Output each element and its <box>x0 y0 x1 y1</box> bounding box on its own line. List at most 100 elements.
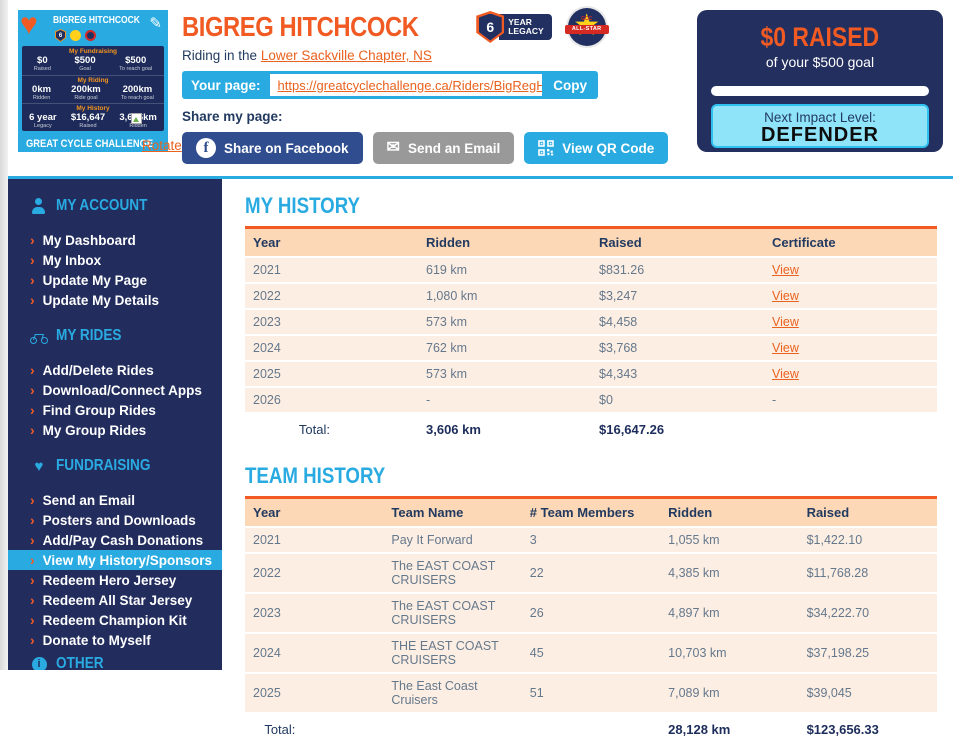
chevron-right-icon: › <box>30 492 35 508</box>
column-header: Ridden <box>660 499 798 528</box>
my-history-title: MY HISTORY <box>245 193 937 215</box>
certificate-view-link[interactable]: View <box>772 263 799 277</box>
certificate-view-link[interactable]: View <box>772 367 799 381</box>
next-impact-level-label: Next Impact Level: <box>713 110 927 125</box>
progress-bar <box>711 86 929 96</box>
sidebar-item-redeem-all-star-jersey[interactable]: ›Redeem All Star Jersey <box>8 590 222 610</box>
card-stat-section: My Fundraising$0Raised$500Goal$500To rea… <box>22 47 164 73</box>
view-qr-code-button[interactable]: View QR Code <box>524 132 668 164</box>
user-icon <box>30 198 48 214</box>
sidebar-item-my-dashboard[interactable]: ›My Dashboard <box>8 230 222 250</box>
sidebar-item-redeem-champion-kit[interactable]: ›Redeem Champion Kit <box>8 610 222 630</box>
qr-code-icon <box>538 140 554 156</box>
page-left-gutter <box>0 0 8 670</box>
card-badges: 6 <box>55 29 96 42</box>
envelope-icon: ✉ <box>387 140 400 156</box>
next-impact-level-box: Next Impact Level: DEFENDER <box>711 104 929 148</box>
card-allstar-badge-icon <box>70 30 81 41</box>
sidebar-item-posters-and-downloads[interactable]: ›Posters and Downloads <box>8 510 222 530</box>
your-page-label: Your page: <box>182 78 270 93</box>
card-rider-name: BIGREG HITCHCOCK <box>53 15 140 26</box>
chevron-right-icon: › <box>30 552 35 568</box>
certificate-view-link[interactable]: View <box>772 341 799 355</box>
column-header: Certificate <box>764 229 937 258</box>
chevron-right-icon: › <box>30 532 35 548</box>
card-stat-section: My History6 yearLegacy$16,647Raised3,606… <box>22 103 164 130</box>
heart-badge-icon: ♥ <box>20 10 38 40</box>
facebook-icon: f <box>196 138 216 158</box>
card-stats-panel: My Fundraising$0Raised$500Goal$500To rea… <box>22 46 164 131</box>
sidebar-item-update-my-details[interactable]: ›Update My Details <box>8 290 222 310</box>
sidebar-heading-other: iOTHER <box>8 654 222 670</box>
chevron-right-icon: › <box>30 612 35 628</box>
chevron-right-icon: › <box>30 572 35 588</box>
edit-pencil-icon[interactable]: ✎ <box>149 14 162 32</box>
table-total-row: Total:3,606 km$16,647.26 <box>245 414 937 447</box>
sidebar-heading-my-account: MY ACCOUNT <box>8 196 222 216</box>
chevron-right-icon: › <box>30 382 35 398</box>
column-header: # Team Members <box>522 499 660 528</box>
sidebar-item-send-an-email[interactable]: ›Send an Email <box>8 490 222 510</box>
sidebar-heading-my-rides: MY RIDES <box>8 326 222 346</box>
chevron-right-icon: › <box>30 632 35 648</box>
sidebar-item-update-my-page[interactable]: ›Update My Page <box>8 270 222 290</box>
riding-line: Riding in the Lower Sackville Chapter, N… <box>182 48 702 63</box>
table-row: 2022The EAST COAST CRUISERS224,385 km$11… <box>245 554 937 594</box>
chevron-right-icon: › <box>30 512 35 528</box>
rotate-link[interactable]: Rotate <box>142 138 182 153</box>
broken-image-icon <box>131 113 142 124</box>
main-content: MY HISTORY YearRiddenRaisedCertificate20… <box>245 179 937 670</box>
sidebar-item-donate-to-myself[interactable]: ›Donate to Myself <box>8 630 222 650</box>
page-url-link[interactable]: https://greatcyclechallenge.ca/Riders/Bi… <box>278 78 543 93</box>
sidebar-item-redeem-hero-jersey[interactable]: ›Redeem Hero Jersey <box>8 570 222 590</box>
info-icon: i <box>32 657 47 671</box>
card-champion-badge-icon <box>85 30 96 41</box>
sidebar-heading-fundraising: ♥FUNDRAISING <box>8 456 222 476</box>
goal-text: of your $500 goal <box>697 54 943 70</box>
column-header: Year <box>245 229 418 258</box>
certificate-view-link[interactable]: View <box>772 315 799 329</box>
certificate-view-link[interactable]: View <box>772 289 799 303</box>
next-impact-level-value: DEFENDER <box>713 125 927 145</box>
chevron-right-icon: › <box>30 252 35 268</box>
chevron-right-icon: › <box>30 292 35 308</box>
team-history-title: TEAM HISTORY <box>245 463 937 485</box>
column-header: Year <box>245 499 383 528</box>
table-row: 2023573 km$4,458View <box>245 310 937 336</box>
send-an-email-button[interactable]: ✉ Send an Email <box>373 132 515 164</box>
sidebar-item-my-inbox[interactable]: ›My Inbox <box>8 250 222 270</box>
column-header: Team Name <box>383 499 521 528</box>
copy-button[interactable]: Copy <box>542 78 598 93</box>
gcc-allstar-badge: ★ GCC ALL-STAR <box>568 8 606 46</box>
chevron-right-icon: › <box>30 402 35 418</box>
table-row: 2021Pay It Forward31,055 km$1,422.10 <box>245 528 937 554</box>
table-row: 2025The East Coast Cruisers517,089 km$39… <box>245 674 937 714</box>
chapter-link[interactable]: Lower Sackville Chapter, NS <box>261 48 432 63</box>
fundraising-summary-panel: $0 RAISED of your $500 goal Next Impact … <box>697 10 943 152</box>
share-on-facebook-button[interactable]: f Share on Facebook <box>182 132 363 164</box>
six-year-legacy-badge: 6 YEARLEGACY <box>476 11 551 43</box>
card-stat-section: My Riding0kmRidden200kmRide goal200kmTo … <box>22 75 164 102</box>
table-row: 2025573 km$4,343View <box>245 362 937 388</box>
sidebar-item-download-connect-apps[interactable]: ›Download/Connect Apps <box>8 380 222 400</box>
page-url-field: https://greatcyclechallenge.ca/Riders/Bi… <box>270 74 543 96</box>
my-history-table: YearRiddenRaisedCertificate2021619 km$83… <box>245 226 937 447</box>
chevron-right-icon: › <box>30 422 35 438</box>
table-row: 2024762 km$3,768View <box>245 336 937 362</box>
column-header: Ridden <box>418 229 591 258</box>
sidebar-item-add-delete-rides[interactable]: ›Add/Delete Rides <box>8 360 222 380</box>
sidebar-item-my-group-rides[interactable]: ›My Group Rides <box>8 420 222 440</box>
table-row: 2023The EAST COAST CRUISERS264,897 km$34… <box>245 594 937 634</box>
sidebar-item-view-my-history-sponsors[interactable]: ›View My History/Sponsors <box>8 550 222 570</box>
sidebar-item-add-pay-cash-donations[interactable]: ›Add/Pay Cash Donations <box>8 530 222 550</box>
sidebar-item-find-group-rides[interactable]: ›Find Group Rides <box>8 400 222 420</box>
chevron-right-icon: › <box>30 232 35 248</box>
page-title: BIGREG HITCHCOCK <box>182 11 418 43</box>
table-row: 2024THE EAST COAST CRUISERS4510,703 km$3… <box>245 634 937 674</box>
table-total-row: Total:28,128 km$123,656.33 <box>245 714 937 747</box>
table-row: 2021619 km$831.26View <box>245 258 937 284</box>
raised-amount: $0 RAISED <box>761 22 880 53</box>
bike-icon <box>30 328 48 344</box>
share-my-page-label: Share my page: <box>182 109 702 124</box>
card-footer-logo: GREAT CYCLE CHALLENGE <box>26 138 147 150</box>
